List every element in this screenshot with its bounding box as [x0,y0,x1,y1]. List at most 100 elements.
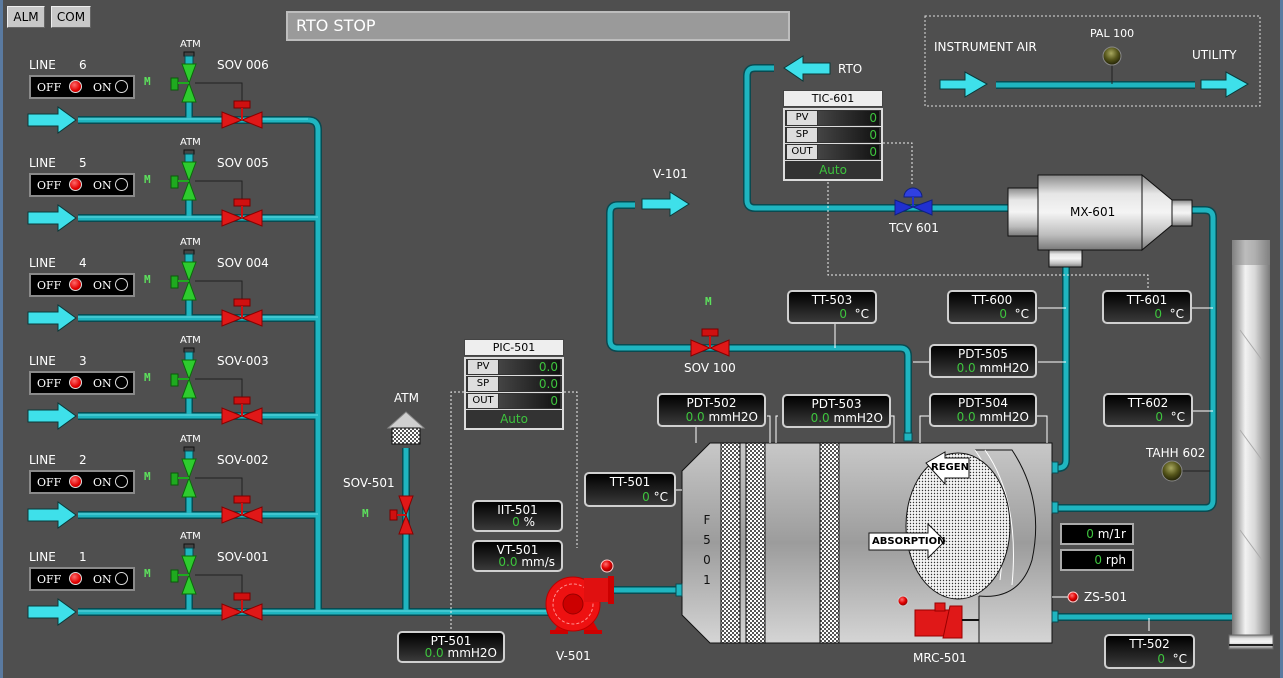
pic-501-sp-row[interactable]: SP 0.0 [466,376,562,393]
line-number: 2 [79,453,87,467]
mixer-mx-601 [1007,173,1193,268]
vent-atm-label: ATM [180,39,201,50]
off-lamp-icon [69,572,82,585]
sov-501-label: SOV-501 [343,476,395,490]
tic-601-title[interactable]: TIC-601 [783,90,883,107]
utility-label: UTILITY [1192,48,1237,62]
pic-501-title[interactable]: PIC-501 [464,339,564,356]
instrument-tag: TT-503 [811,293,853,307]
vent-valve[interactable] [168,542,198,602]
off-lamp-icon [69,278,82,291]
pic-501-out-row[interactable]: OUT 0 [466,393,562,410]
line-mode-indicator[interactable]: M [144,470,151,483]
vent-atm-label: ATM [180,237,201,248]
fan-v-501[interactable] [545,575,615,637]
vent-valve[interactable] [168,248,198,308]
tt-602-indicator[interactable]: TT-602 0 °C [1103,393,1193,427]
sp-label: SP [468,377,498,391]
instrument-unit: mmH2O [979,361,1029,375]
instrument-air-inlet-arrow [939,71,989,98]
tt-600-indicator[interactable]: TT-600 0 °C [947,290,1037,324]
communication-button[interactable]: COM [51,6,91,28]
rto-label: RTO [838,62,863,76]
pdt-505-indicator[interactable]: PDT-505 0.0 mmH2O [929,344,1037,378]
tcv-601-valve[interactable] [893,180,935,216]
sov-valve[interactable] [220,592,264,620]
pic-501-mode[interactable]: Auto [466,410,562,428]
line-mode-indicator[interactable]: M [144,371,151,384]
sov-valve[interactable] [220,495,264,523]
sov-valve[interactable] [220,100,264,128]
sov-100-mode[interactable]: M [705,295,712,308]
sov-valve[interactable] [220,298,264,326]
instrument-value: 0 [642,490,650,504]
tahh-602-lamp [1161,460,1183,482]
line-on-off-switch[interactable]: OFF ON [29,567,135,591]
vent-valve[interactable] [168,346,198,406]
sov-valve[interactable] [220,396,264,424]
fan-run-lamp [600,559,614,573]
switch-off-label: OFF [37,476,62,489]
sp-value[interactable]: 0 [818,128,879,142]
line-on-off-switch[interactable]: OFF ON [29,371,135,395]
tic-601-mode[interactable]: Auto [785,161,881,179]
line-on-off-switch[interactable]: OFF ON [29,75,135,99]
line-mode-indicator[interactable]: M [144,75,151,88]
alarm-button[interactable]: ALM [7,6,45,28]
line-mode-indicator[interactable]: M [144,273,151,286]
tcv-601-label: TCV 601 [889,221,939,235]
tt-503-indicator[interactable]: TT-503 0 °C [787,290,877,324]
tic-601-faceplate[interactable]: PV 0 SP 0 OUT 0 Auto [783,108,883,181]
off-lamp-icon [69,178,82,191]
rotor-speed-unit: m/1r [1097,527,1126,541]
inlet-arrow-line-3 [27,402,77,430]
tt-501-indicator[interactable]: TT-501 0 °C [584,472,676,507]
pdt-503-indicator[interactable]: PDT-503 0.0 mmH2O [782,394,891,428]
instrument-tag: TT-600 [971,293,1013,307]
vent-valve[interactable] [168,445,198,505]
pdt-504-indicator[interactable]: PDT-504 0.0 mmH2O [929,393,1037,427]
tic-601-sp-row[interactable]: SP 0 [785,127,881,144]
switch-off-label: OFF [37,179,62,192]
tt-601-indicator[interactable]: TT-601 0 °C [1102,290,1192,324]
v101-label: V-101 [653,167,688,181]
sov-501-mode[interactable]: M [362,507,369,520]
instrument-unit: mmH2O [708,410,758,424]
sov-501-valve[interactable] [386,494,416,536]
vt-501-indicator[interactable]: VT-501 0.0 mm/s [472,540,563,572]
out-label: OUT [787,145,817,159]
rotor-motor-mrc-501[interactable] [912,600,964,640]
sov-tag-label: SOV 006 [217,58,269,72]
instrument-tag: TT-602 [1127,396,1169,410]
line-on-off-switch[interactable]: OFF ON [29,470,135,494]
utility-outlet-arrow [1200,71,1250,98]
pdt-502-indicator[interactable]: PDT-502 0.0 mmH2O [657,393,766,427]
on-lamp-icon [115,376,128,389]
pic-501-faceplate[interactable]: PV 0.0 SP 0.0 OUT 0 Auto [464,357,564,430]
switch-off-label: OFF [37,377,62,390]
switch-off-label: OFF [37,81,62,94]
off-lamp-icon [69,376,82,389]
iit-501-indicator[interactable]: IIT-501 0 % [472,500,563,532]
line-label: LINE [29,453,56,467]
rotor-rph-unit: rph [1105,553,1126,567]
line-mode-indicator[interactable]: M [144,567,151,580]
sov-valve[interactable] [220,198,264,226]
instrument-tag: TT-502 [1129,637,1170,651]
line-on-off-switch[interactable]: OFF ON [29,273,135,297]
vent-valve[interactable] [168,148,198,208]
vent-valve[interactable] [168,50,198,110]
tic-601-out-row[interactable]: OUT 0 [785,144,881,161]
pt-501-indicator[interactable]: PT-501 0.0 mmH2O [397,631,505,663]
instrument-unit: °C [1169,307,1184,321]
line-mode-indicator[interactable]: M [144,173,151,186]
line-on-off-switch[interactable]: OFF ON [29,173,135,197]
sov-100-valve[interactable] [690,326,732,358]
off-lamp-icon [69,80,82,93]
tt-502-indicator[interactable]: TT-502 0 °C [1104,634,1195,669]
sp-value[interactable]: 0.0 [499,377,560,391]
out-value[interactable]: 0 [818,145,879,159]
out-value[interactable]: 0 [499,394,560,408]
line-number: 6 [79,58,87,72]
atm-vent-cap-icon [386,411,426,429]
